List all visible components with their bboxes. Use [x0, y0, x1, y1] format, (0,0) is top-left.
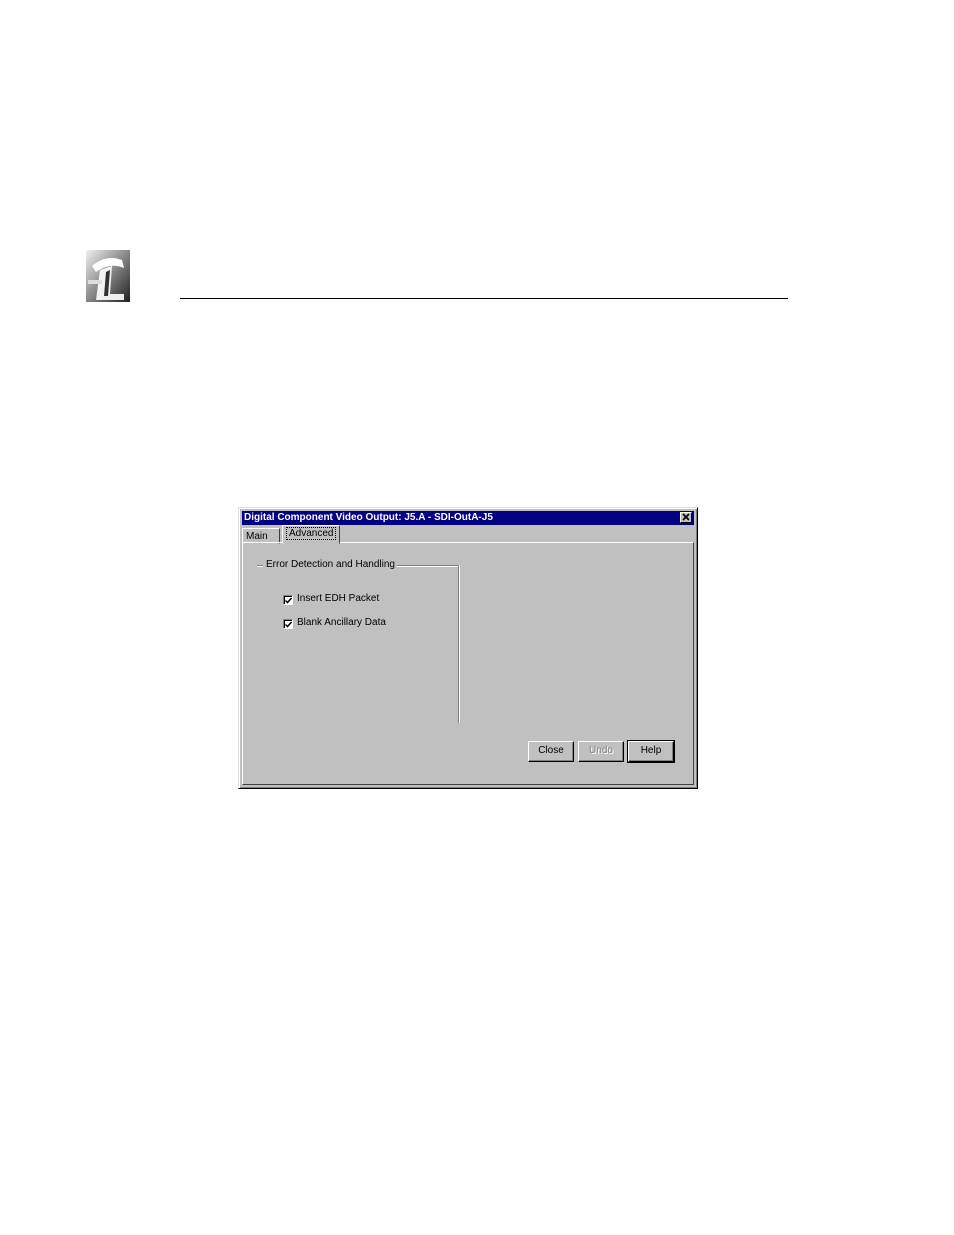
close-button[interactable]: Close: [528, 741, 574, 762]
groupbox-border: [397, 565, 459, 566]
blank-ancillary-data-checkbox[interactable]: [283, 619, 293, 629]
tab-advanced-label: Advanced: [286, 527, 337, 540]
insert-edh-packet-label[interactable]: Insert EDH Packet: [297, 593, 379, 604]
blank-ancillary-data-label[interactable]: Blank Ancillary Data: [297, 617, 386, 628]
dialog-window: Digital Component Video Output: J5.A - S…: [238, 507, 698, 789]
company-logo-icon: [86, 250, 130, 302]
tab-advanced[interactable]: Advanced: [282, 525, 340, 544]
tab-panel: [242, 542, 694, 785]
help-button[interactable]: Help: [627, 740, 675, 763]
header-rule: [180, 298, 788, 299]
groupbox-border: [257, 565, 263, 566]
dialog-titlebar[interactable]: Digital Component Video Output: J5.A - S…: [242, 511, 694, 525]
insert-edh-packet-checkbox[interactable]: [283, 595, 293, 605]
close-icon[interactable]: [680, 512, 692, 523]
tab-main-label: Main: [246, 531, 268, 542]
groupbox-label: Error Detection and Handling: [266, 559, 395, 570]
groupbox-border: [458, 565, 459, 723]
undo-button[interactable]: Undo: [578, 741, 624, 762]
dialog-title: Digital Component Video Output: J5.A - S…: [244, 512, 493, 523]
